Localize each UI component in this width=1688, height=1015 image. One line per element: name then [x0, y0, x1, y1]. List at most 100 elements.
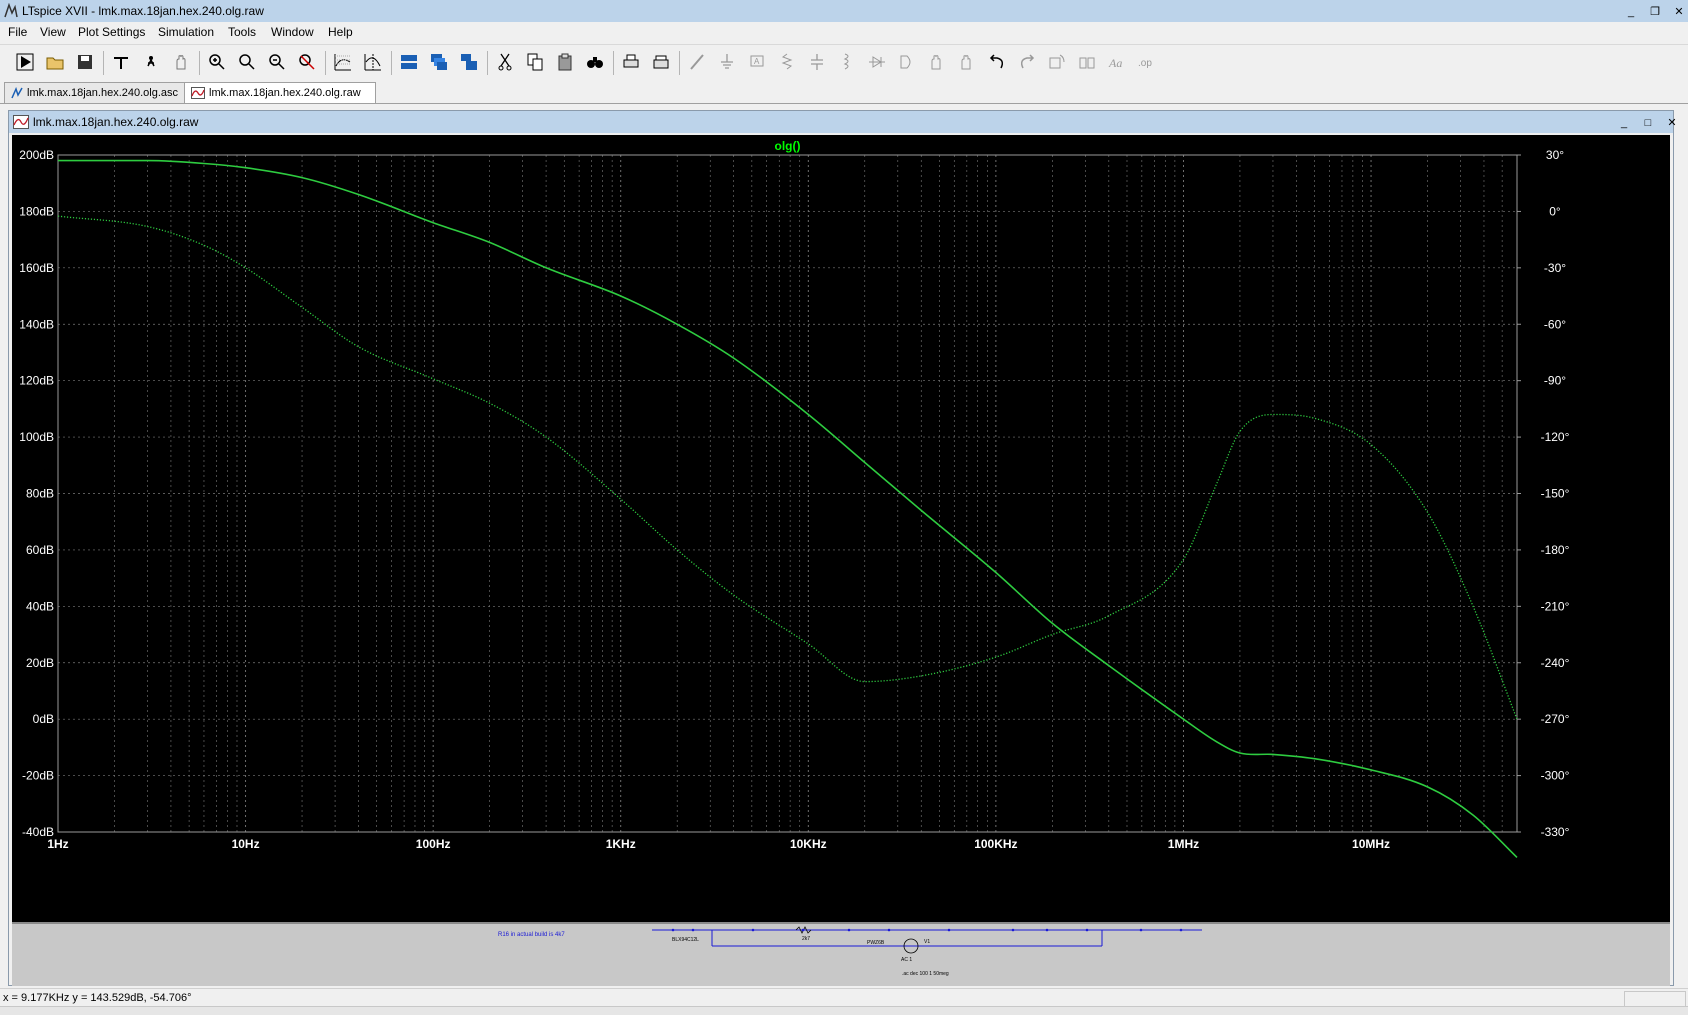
save-icon	[78, 55, 92, 69]
open-icon	[46, 57, 64, 70]
tile-horizontal-button[interactable]	[396, 49, 422, 75]
zoom-in-button[interactable]	[204, 49, 230, 75]
magnitude-trace	[58, 159, 1518, 858]
right-tick-label: -300°	[1541, 769, 1570, 783]
undo-button[interactable]	[984, 49, 1010, 75]
schem-junction	[887, 928, 891, 932]
pan-hand-button[interactable]	[168, 49, 194, 75]
menu-window[interactable]: Window	[268, 24, 317, 40]
x-tick-label: 1KHz	[606, 837, 636, 851]
right-tick-label: 30°	[1546, 148, 1564, 162]
x-tick-label: 1Hz	[47, 837, 68, 851]
schem-junction	[671, 928, 675, 932]
label-icon: A	[750, 55, 764, 67]
plot-window-title: lmk.max.18jan.hex.240.olg.raw	[33, 115, 199, 129]
print-preview-button[interactable]	[648, 49, 674, 75]
svg-text:Aa: Aa	[1108, 56, 1122, 70]
schem-junction	[1179, 928, 1183, 932]
menu-help[interactable]: Help	[325, 24, 356, 40]
schematic-preview: R16 in actual build is 4k7 BLX94C12L 2k7…	[498, 926, 1202, 977]
left-tick-label: 20dB	[26, 656, 54, 670]
wire-button[interactable]	[684, 49, 710, 75]
cut-button[interactable]	[492, 49, 518, 75]
x-tick-label: 10KHz	[790, 837, 827, 851]
find-button[interactable]	[582, 49, 608, 75]
minimize-button[interactable]: _	[1620, 2, 1642, 21]
left-tick-label: 160dB	[19, 261, 54, 275]
schem-part2: 2k7	[802, 936, 810, 942]
redo-button[interactable]	[1014, 49, 1040, 75]
text-icon: Aa	[1108, 56, 1122, 70]
plot-close-button[interactable]: ✕	[1661, 113, 1683, 132]
move-button[interactable]	[924, 49, 950, 75]
menu-bar: File View Plot Settings Simulation Tools…	[0, 22, 1688, 42]
left-tick-label: 180dB	[19, 204, 54, 218]
svg-text:A: A	[754, 57, 760, 66]
document-tabs: lmk.max.18jan.hex.240.olg.asc lmk.max.18…	[0, 81, 1688, 104]
save-button[interactable]	[72, 49, 98, 75]
bode-chart[interactable]: 200dB 180dB 160dB 140dB 120dB 100dB 80dB 60dB 40…	[12, 135, 1670, 922]
copy-button[interactable]	[522, 49, 548, 75]
autorange-icon	[334, 54, 351, 71]
drag-button[interactable]	[954, 49, 980, 75]
mirror-icon	[1079, 57, 1095, 69]
cursor-icon	[364, 54, 381, 71]
app-title: LTspice XVII - lmk.max.18jan.hex.240.olg…	[22, 4, 264, 18]
ground-button[interactable]	[714, 49, 740, 75]
run-button[interactable]	[12, 49, 38, 75]
menu-simulation[interactable]: Simulation	[155, 24, 217, 40]
schem-source-label: AC 1	[901, 957, 912, 963]
redo-icon	[1020, 54, 1035, 69]
diode-button[interactable]	[864, 49, 890, 75]
right-tick-label: -270°	[1541, 712, 1570, 726]
paste-button[interactable]	[552, 49, 578, 75]
autorange-button[interactable]	[330, 49, 356, 75]
tab-schematic[interactable]: lmk.max.18jan.hex.240.olg.asc	[4, 82, 194, 103]
schem-directive: .ac dec 100 1 50meg	[902, 971, 949, 977]
status-bar: x = 9.177KHz y = 143.529dB, -54.706°	[0, 988, 1688, 1007]
cursor-button[interactable]	[360, 49, 386, 75]
menu-view[interactable]: View	[37, 24, 69, 40]
text-button[interactable]: Aa	[1104, 49, 1130, 75]
capacitor-icon	[811, 54, 823, 70]
rotate-button[interactable]	[1044, 49, 1070, 75]
zoom-cancel-button[interactable]	[294, 49, 320, 75]
control-panel-button[interactable]	[108, 49, 134, 75]
print-button[interactable]	[618, 49, 644, 75]
close-button[interactable]: ✕	[1668, 2, 1688, 21]
inductor-icon	[843, 53, 849, 70]
plot-maximize-button[interactable]: □	[1637, 113, 1659, 132]
halt-button[interactable]	[138, 49, 164, 75]
schematic-preview-strip[interactable]: R16 in actual build is 4k7 BLX94C12L 2k7…	[12, 922, 1670, 986]
toolbar-separator	[103, 51, 104, 75]
spice-directive-button[interactable]: .op	[1134, 49, 1160, 75]
toolbar-separator	[391, 51, 392, 75]
toolbar-separator	[325, 51, 326, 75]
menu-tools[interactable]: Tools	[225, 24, 259, 40]
tab-waveform[interactable]: lmk.max.18jan.hex.240.olg.raw	[184, 82, 376, 103]
x-tick-label: 10Hz	[232, 837, 260, 851]
capacitor-button[interactable]	[804, 49, 830, 75]
zoom-area-button[interactable]	[234, 49, 260, 75]
resistor-button[interactable]	[774, 49, 800, 75]
waveform-plot-area[interactable]: 200dB 180dB 160dB 140dB 120dB 100dB 80dB 60dB 40…	[12, 135, 1670, 922]
paste-icon	[558, 53, 572, 71]
open-button[interactable]	[42, 49, 68, 75]
zoom-out-icon	[269, 54, 285, 70]
restore-button[interactable]: ❐	[1644, 2, 1666, 21]
schem-junction	[947, 928, 951, 932]
component-button[interactable]	[894, 49, 920, 75]
chart-title: olg()	[775, 139, 801, 153]
label-button[interactable]: A	[744, 49, 770, 75]
inductor-button[interactable]	[834, 49, 860, 75]
cascade-button[interactable]	[426, 49, 452, 75]
mirror-button[interactable]	[1074, 49, 1100, 75]
zoom-out-button[interactable]	[264, 49, 290, 75]
plot-minimize-button[interactable]: _	[1613, 113, 1635, 132]
menu-file[interactable]: File	[5, 24, 30, 40]
left-tick-label: 0dB	[33, 712, 54, 726]
menu-plot-settings[interactable]: Plot Settings	[75, 24, 148, 40]
left-tick-label: 80dB	[26, 487, 54, 501]
ground-icon	[721, 54, 733, 69]
tile-vertical-button[interactable]	[456, 49, 482, 75]
